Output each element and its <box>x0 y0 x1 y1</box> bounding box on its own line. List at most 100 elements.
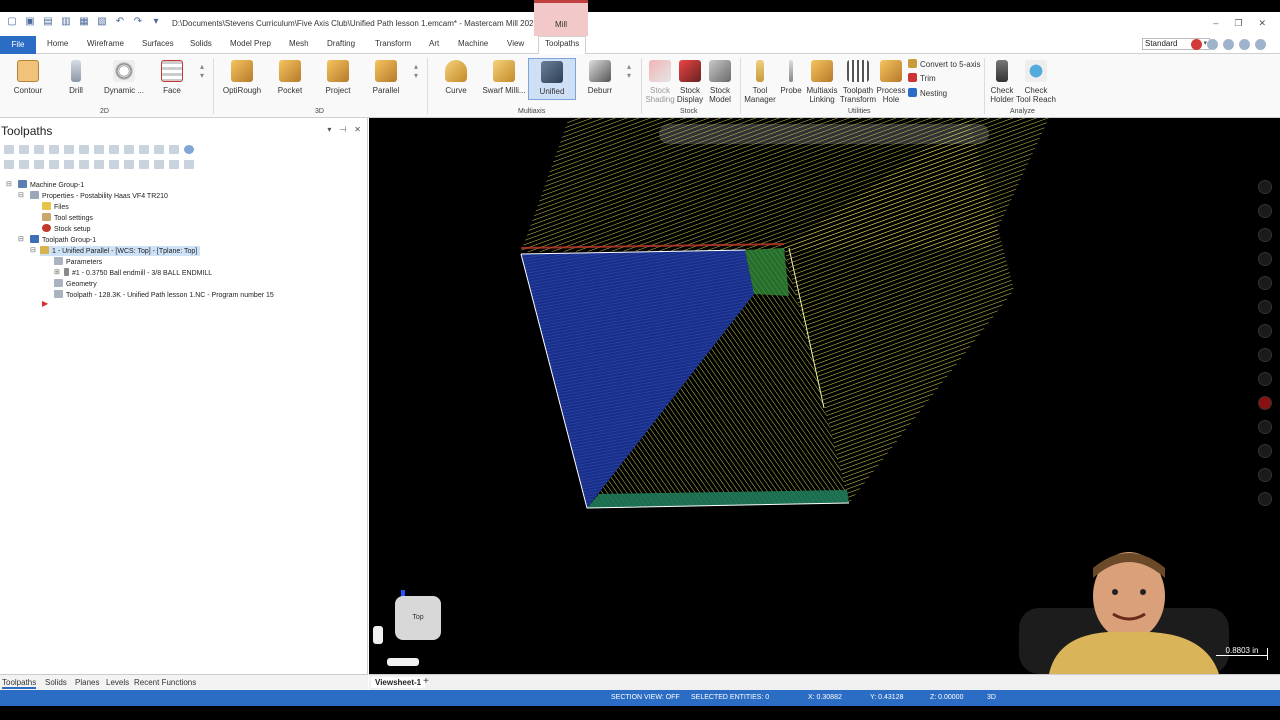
insert-arrow-icon[interactable]: ▶ <box>42 299 48 309</box>
stock-display-toggle-icon[interactable] <box>1258 396 1272 410</box>
tree-parameters[interactable]: Parameters <box>54 257 102 267</box>
tab-wireframe[interactable]: Wireframe <box>87 39 124 48</box>
tree-operation-unified-parallel[interactable]: 1 - Unified Parallel - [WCS: Top] - [Tpl… <box>40 246 201 256</box>
group-icon[interactable] <box>139 160 149 169</box>
graphics-viewport[interactable]: Top 0.8803 in <box>369 118 1280 674</box>
insert-arrow-icon[interactable] <box>34 160 44 169</box>
tab-transform[interactable]: Transform <box>375 39 411 48</box>
expand-icon[interactable] <box>79 160 89 169</box>
process-hole-button[interactable]: Process Hole <box>870 60 912 104</box>
collapse-toggle[interactable]: ⊟ <box>6 180 12 188</box>
redo-icon[interactable]: ↷ <box>132 16 144 28</box>
save-as-icon[interactable]: ▦ <box>78 16 90 28</box>
section-view-icon[interactable] <box>1258 420 1272 434</box>
tab-toolpaths[interactable]: Toolpaths <box>538 36 587 55</box>
new-file-icon[interactable]: ▢ <box>6 16 18 28</box>
tab-machine[interactable]: Machine <box>458 39 488 48</box>
restore-icon[interactable]: ❐ <box>1234 18 1242 29</box>
tree-machine-group[interactable]: Machine Group-1 <box>18 180 84 190</box>
tools-icon[interactable] <box>154 160 164 169</box>
tab-toolpaths-panel[interactable]: Toolpaths <box>2 678 37 689</box>
swarf-milling-button[interactable]: Swarf Milli... <box>478 60 530 95</box>
expand-toggle[interactable]: ⊞ <box>54 268 60 276</box>
gallery-3d-expand[interactable]: ▴ ▾ <box>414 62 418 80</box>
regenerate-icon[interactable] <box>34 145 44 154</box>
face-button[interactable]: Face <box>146 60 198 95</box>
hide-icon[interactable] <box>109 160 119 169</box>
tab-art[interactable]: Art <box>429 39 439 48</box>
collapse-toggle[interactable]: ⊟ <box>30 246 36 254</box>
tab-recent-functions-panel[interactable]: Recent Functions <box>134 678 196 687</box>
tab-levels-panel[interactable]: Levels <box>106 678 129 687</box>
front-view-icon[interactable] <box>1258 324 1272 338</box>
open-icon[interactable]: ▤ <box>42 16 54 28</box>
tab-home[interactable]: Home <box>47 39 68 48</box>
pan-icon[interactable] <box>1258 276 1272 290</box>
tab-solids[interactable]: Solids <box>190 39 212 48</box>
simulate-icon[interactable] <box>94 145 104 154</box>
gallery-multiaxis-expand[interactable]: ▴ ▾ <box>627 62 631 80</box>
tab-solids-panel[interactable]: Solids <box>45 678 67 687</box>
add-viewsheet-button[interactable]: + <box>423 676 429 687</box>
undo-icon[interactable]: ↶ <box>114 16 126 28</box>
viewsheet-tab[interactable]: Viewsheet-1 <box>371 677 426 688</box>
print-icon[interactable]: ▥ <box>60 16 72 28</box>
options-icon[interactable] <box>169 160 179 169</box>
backplot-icon[interactable] <box>64 145 74 154</box>
parallel-button[interactable]: Parallel <box>360 60 412 95</box>
select-all-icon[interactable] <box>4 145 14 154</box>
filter-icon[interactable] <box>124 160 134 169</box>
collapse-icon[interactable] <box>64 160 74 169</box>
viewcube[interactable]: Top <box>395 596 441 640</box>
close-icon[interactable]: ✕ <box>1258 18 1266 29</box>
edit-icon[interactable] <box>169 145 179 154</box>
grid-icon[interactable] <box>1258 492 1272 506</box>
select-failed-icon[interactable] <box>19 145 29 154</box>
tab-mesh[interactable]: Mesh <box>289 39 309 48</box>
zoom-out-icon[interactable] <box>1258 204 1272 218</box>
drill-button[interactable]: Drill <box>50 60 102 95</box>
iso-view-icon[interactable] <box>1258 348 1272 362</box>
trim-button[interactable]: Trim <box>908 73 936 83</box>
pin-icon[interactable]: ⊣ <box>339 125 346 134</box>
close-file-icon[interactable]: ▧ <box>96 16 108 28</box>
tab-planes-panel[interactable]: Planes <box>75 678 99 687</box>
post-icon[interactable] <box>109 145 119 154</box>
deburr-button[interactable]: Deburr <box>574 60 626 95</box>
optirough-button[interactable]: OptiRough <box>216 60 268 95</box>
tree-geometry[interactable]: Geometry <box>54 279 97 289</box>
verify-icon[interactable] <box>79 145 89 154</box>
toggle-display-icon[interactable] <box>139 145 149 154</box>
info-icon[interactable] <box>1207 39 1218 50</box>
section-view-status[interactable]: SECTION VIEW: OFF <box>611 694 680 701</box>
project-button[interactable]: Project <box>312 60 364 95</box>
panel-dropdown-icon[interactable]: ▾ <box>327 125 331 134</box>
gallery-2d-expand[interactable]: ▴ ▾ <box>200 62 204 80</box>
toggle-post-icon[interactable] <box>154 145 164 154</box>
nesting-button[interactable]: Nesting <box>908 88 947 98</box>
tree-properties[interactable]: Properties - Postability Haas VF4 TR210 <box>30 191 168 201</box>
tree-files[interactable]: Files <box>42 202 69 212</box>
collapse-toggle[interactable]: ⊟ <box>18 191 24 199</box>
settings-icon[interactable] <box>1223 39 1234 50</box>
more-icon[interactable] <box>184 160 194 169</box>
dynamic-button[interactable]: Dynamic ... <box>98 60 150 95</box>
rotate-icon[interactable] <box>1258 252 1272 266</box>
convert-to-5-axis-button[interactable]: Convert to 5-axis <box>908 59 980 69</box>
pocket-button[interactable]: Pocket <box>264 60 316 95</box>
move-down-icon[interactable] <box>4 160 14 169</box>
construction-mode[interactable]: 3D <box>987 694 996 701</box>
save-icon[interactable]: ▣ <box>24 16 36 28</box>
check-tool-reach-button[interactable]: Check Tool Reach <box>1014 60 1058 104</box>
panel-close-icon[interactable]: ✕ <box>354 125 361 134</box>
shading-icon[interactable] <box>1258 372 1272 386</box>
zoom-in-icon[interactable] <box>1258 180 1272 194</box>
tab-drafting[interactable]: Drafting <box>327 39 355 48</box>
collapse-toggle[interactable]: ⊟ <box>18 235 24 243</box>
stock-model-button[interactable]: Stock Model <box>700 60 740 104</box>
gnomon-icon[interactable] <box>1258 468 1272 482</box>
scroll-to-icon[interactable] <box>49 160 59 169</box>
zoom-slider-icon[interactable] <box>373 626 383 644</box>
clear-colors-icon[interactable] <box>1258 444 1272 458</box>
tab-file[interactable]: File <box>0 36 36 54</box>
